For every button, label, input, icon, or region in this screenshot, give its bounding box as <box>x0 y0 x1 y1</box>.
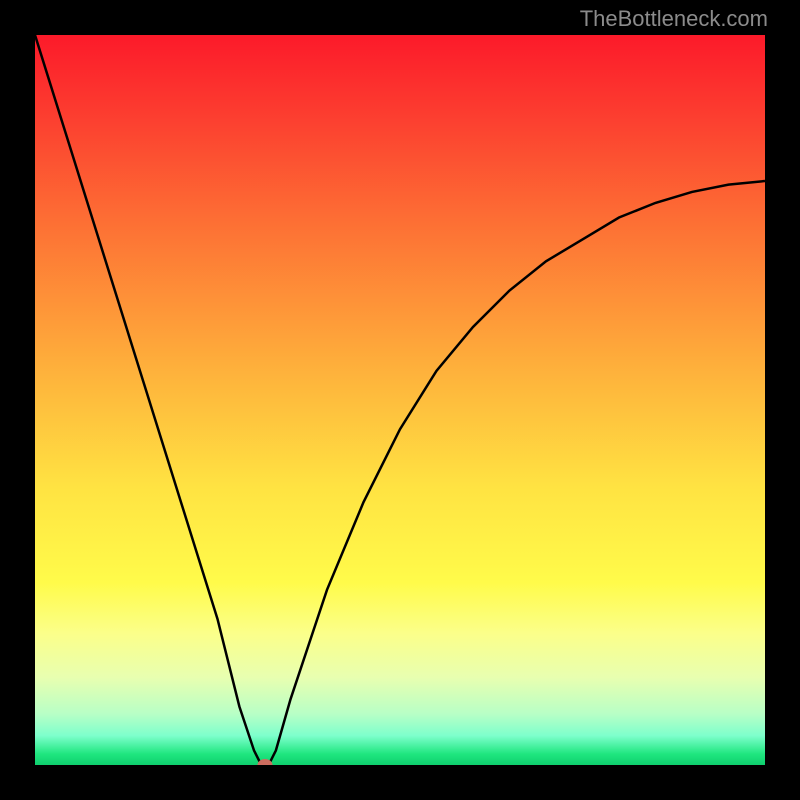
curve-svg <box>35 35 765 765</box>
minimum-marker <box>257 759 272 765</box>
bottleneck-curve <box>35 35 765 765</box>
attribution-text: TheBottleneck.com <box>580 6 768 32</box>
plot-area <box>35 35 765 765</box>
